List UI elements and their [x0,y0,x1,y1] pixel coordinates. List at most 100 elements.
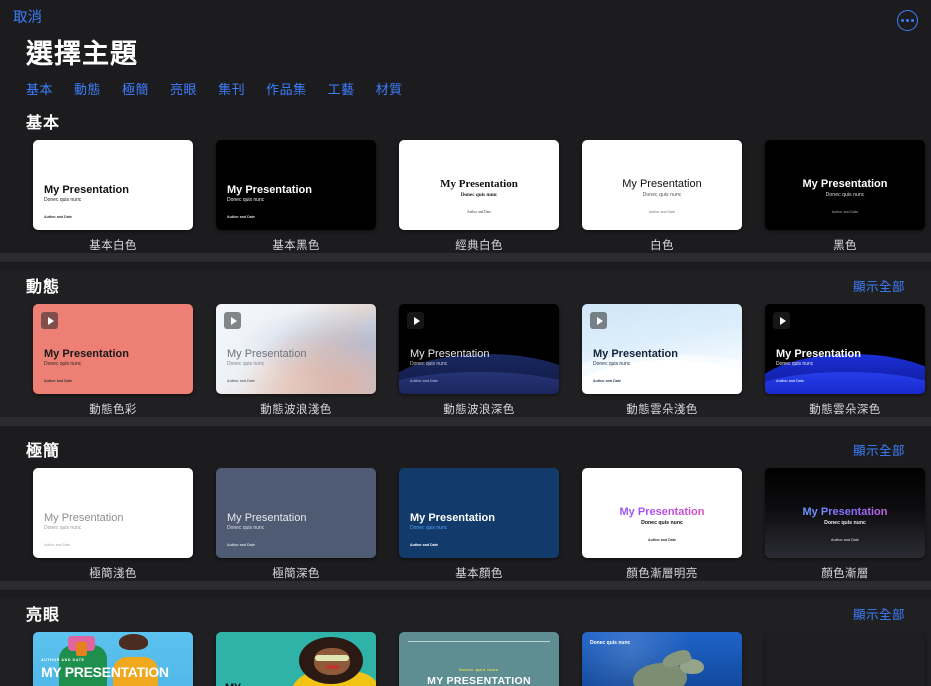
slide-subtitle: Donec quis nunc [44,197,81,203]
tab-dynamic[interactable]: 動態 [74,79,101,98]
theme-cell[interactable]: My Presentation Donec quis nunc Author a… [33,140,193,253]
play-icon [407,312,424,329]
theme-cell[interactable]: My Presentation Donec quis nunc Author a… [582,304,742,417]
theme-cell[interactable]: My Presentation Donec quis nunc Author a… [765,304,925,417]
show-all-link[interactable]: 顯示全部 [853,440,905,459]
theme-thumbnail-vivid-3[interactable]: Donec quis nunc MY PRESENTATION [399,632,559,686]
show-all-link[interactable]: 顯示全部 [853,276,905,295]
theme-caption: 顏色漸層 [765,565,925,581]
slide-author: Author and Date [399,210,559,214]
top-bar: 取消 [0,0,931,35]
theme-cell[interactable]: MY PRESENTATION DONEC QUIS NUNC [216,632,376,686]
theme-cell[interactable]: My Presentation Donec quis nunc Author a… [216,140,376,253]
decorative-shape [314,648,351,675]
theme-thumbnail-dynamic-wave-dark[interactable]: My Presentation Donec quis nunc Author a… [399,304,559,394]
slide-title: My Presentation [765,506,925,518]
theme-row-vivid: AUTHOR AND DATE MY PRESENTATION Donec qu… [0,632,931,686]
theme-thumbnail-dynamic-color[interactable]: My Presentation Donec quis nunc Author a… [33,304,193,394]
tab-minimal[interactable]: 極簡 [122,79,149,98]
slide-author: Author and Date [582,538,742,542]
theme-cell[interactable]: AUTHOR AND DATE MY PRESENTATION Donec qu… [33,632,193,686]
theme-thumbnail-dynamic-wave-light[interactable]: My Presentation Donec quis nunc Author a… [216,304,376,394]
section-header: 亮眼 顯示全部 [0,599,931,632]
theme-caption: 極簡深色 [216,565,376,581]
page-title: 選擇主題 [26,37,931,71]
section-divider [0,417,931,426]
ellipsis-circle-icon[interactable] [897,10,918,31]
theme-thumbnail-minimal-light[interactable]: My Presentation Donec quis nunc Author a… [33,468,193,558]
theme-cell[interactable]: DONEC QUIS NUNC MY PRESENTATION [765,632,925,686]
theme-cell[interactable]: My Presentation Donec quis nunc Author a… [399,140,559,253]
theme-chooser-screen: 取消 選擇主題 基本 動態 極簡 亮眼 集刊 作品集 工藝 材質 基本 My P… [0,0,931,686]
theme-cell[interactable]: Donec quis nunc MY PRESENTATION [399,632,559,686]
slide-author: Author and Date [582,210,742,214]
theme-cell[interactable]: My Presentation Donec quis nunc Author a… [216,304,376,417]
decorative-wave [399,372,559,394]
slide-title: My Presentation [227,348,306,360]
section-basic: 基本 My Presentation Donec quis nunc Autho… [0,107,931,253]
theme-cell[interactable]: My Presentation Donec quis nunc Author a… [582,468,742,581]
decorative-shape [326,665,339,669]
theme-thumbnail-minimal-dark[interactable]: My Presentation Donec quis nunc Author a… [216,468,376,558]
tab-editorial[interactable]: 集刊 [218,79,245,98]
theme-thumbnail-white[interactable]: My Presentation Donec quis nunc Author a… [582,140,742,230]
theme-cell[interactable]: My Presentation Donec quis nunc Author a… [399,304,559,417]
slide-title: My Presentation [776,348,861,360]
slide-subtitle: Donec quis nunc [593,361,630,367]
slide-title: My Presentation [44,348,129,360]
section-title: 基本 [26,109,60,133]
slide-title: MY PRESENTATION [225,682,295,686]
theme-cell[interactable]: My Presentation Donec quis nunc Author a… [582,140,742,253]
tab-portfolio[interactable]: 作品集 [266,79,307,98]
section-dynamic: 動態 顯示全部 My Presentation Donec quis nunc … [0,271,931,417]
theme-thumbnail-basic-white[interactable]: My Presentation Donec quis nunc Author a… [33,140,193,230]
theme-thumbnail-basic-color[interactable]: My Presentation Donec quis nunc Author a… [399,468,559,558]
theme-thumbnail-vivid-1[interactable]: AUTHOR AND DATE MY PRESENTATION Donec qu… [33,632,193,686]
tab-basic[interactable]: 基本 [26,79,53,98]
theme-thumbnail-vivid-2[interactable]: MY PRESENTATION DONEC QUIS NUNC [216,632,376,686]
theme-cell[interactable]: My Presentation Donec quis nunc Author a… [765,140,925,253]
theme-cell[interactable]: Donec quis nunc [582,632,742,686]
theme-thumbnail-vivid-5[interactable]: DONEC QUIS NUNC MY PRESENTATION [765,632,925,686]
slide-subtitle: Donec quis nunc [227,361,264,367]
theme-caption: 基本白色 [33,237,193,253]
theme-cell[interactable]: My Presentation Donec quis nunc Author a… [399,468,559,581]
theme-cell[interactable]: My Presentation Donec quis nunc Author a… [765,468,925,581]
theme-thumbnail-dynamic-cloud-light[interactable]: My Presentation Donec quis nunc Author a… [582,304,742,394]
slide-kicker: Donec quis nunc [399,668,559,672]
theme-thumbnail-classic-white[interactable]: My Presentation Donec quis nunc Author a… [399,140,559,230]
section-header: 極簡 顯示全部 [0,435,931,468]
slide-author: Author and Date [44,379,72,383]
theme-thumbnail-basic-black[interactable]: My Presentation Donec quis nunc Author a… [216,140,376,230]
theme-thumbnail-dynamic-cloud-dark[interactable]: My Presentation Donec quis nunc Author a… [765,304,925,394]
decorative-shape [119,634,148,650]
theme-caption: 動態波浪深色 [399,401,559,417]
slide-author: Author and Date [44,215,72,219]
theme-cell[interactable]: My Presentation Donec quis nunc Author a… [33,304,193,417]
decorative-shape [315,655,349,660]
show-all-link[interactable]: 顯示全部 [853,604,905,623]
slide-subtitle: Donec quis nunc [410,361,447,367]
theme-thumbnail-gradient[interactable]: My Presentation Donec quis nunc Author a… [765,468,925,558]
theme-thumbnail-gradient-bright[interactable]: My Presentation Donec quis nunc Author a… [582,468,742,558]
theme-cell[interactable]: My Presentation Donec quis nunc Author a… [216,468,376,581]
theme-caption: 顏色漸層明亮 [582,565,742,581]
section-title: 亮眼 [26,601,60,625]
slide-title: MY PRESENTATION [41,664,169,680]
theme-row-basic: My Presentation Donec quis nunc Author a… [0,140,931,253]
theme-thumbnail-vivid-4[interactable]: Donec quis nunc [582,632,742,686]
tab-craft[interactable]: 工藝 [328,79,355,98]
slide-author: Author and Date [410,379,438,383]
tab-vivid[interactable]: 亮眼 [170,79,197,98]
theme-cell[interactable]: My Presentation Donec quis nunc Author a… [33,468,193,581]
theme-thumbnail-black[interactable]: My Presentation Donec quis nunc Author a… [765,140,925,230]
section-header: 基本 [0,107,931,140]
section-vivid: 亮眼 顯示全部 AUTHOR AND DATE MY PRESENTATION … [0,599,931,686]
play-icon [590,312,607,329]
tab-texture[interactable]: 材質 [376,79,403,98]
cancel-button[interactable]: 取消 [13,11,42,26]
section-title: 極簡 [26,437,60,461]
section-minimal: 極簡 顯示全部 My Presentation Donec quis nunc … [0,435,931,581]
slide-subtitle: Donec quis nunc [44,361,81,367]
decorative-shape [76,642,87,656]
